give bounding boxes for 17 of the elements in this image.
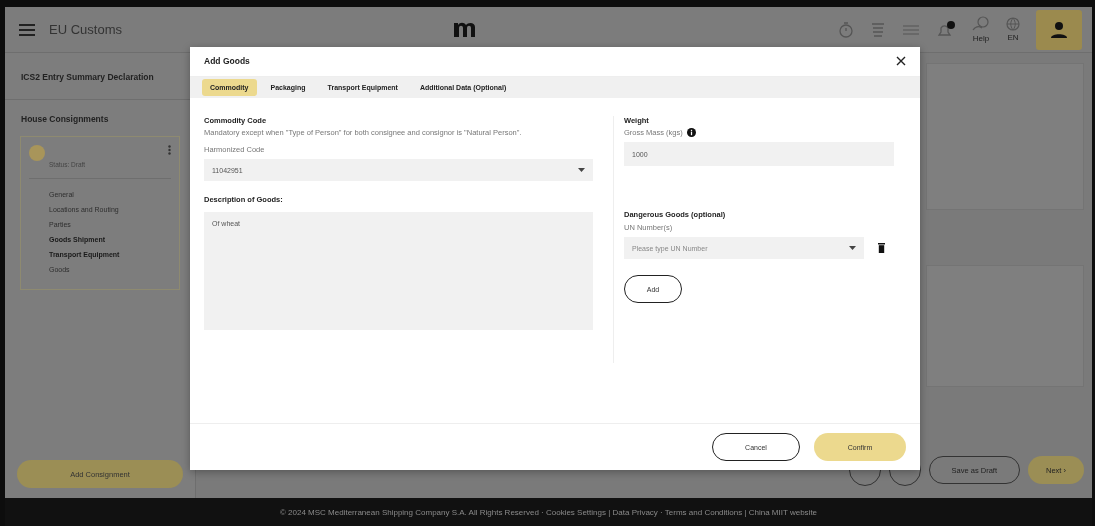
info-icon[interactable] (686, 128, 696, 138)
menu-icon[interactable] (19, 23, 35, 36)
caret-icon (849, 246, 856, 251)
dialog-title: Add Goods (204, 56, 250, 67)
footer-text: © 2024 MSC Mediterranean Shipping Company S.A. All Rights Reserved · Cookies Settings | Data Privacy · Terms and Conditions | China MIIT website (5, 498, 1092, 526)
caret-icon (578, 168, 585, 173)
more-icon[interactable] (168, 145, 171, 155)
icon-label: Help (972, 34, 990, 43)
user-icon (1050, 20, 1068, 39)
close-icon[interactable] (896, 56, 906, 67)
app-title: EU Customs (49, 22, 122, 37)
section-title: House Consignments (20, 113, 110, 126)
icon-label: EN (1007, 33, 1019, 42)
trash-icon[interactable] (878, 243, 885, 254)
bell-icon[interactable] (936, 20, 956, 39)
user-button[interactable] (1036, 9, 1082, 50)
avatar-circle (29, 145, 45, 161)
